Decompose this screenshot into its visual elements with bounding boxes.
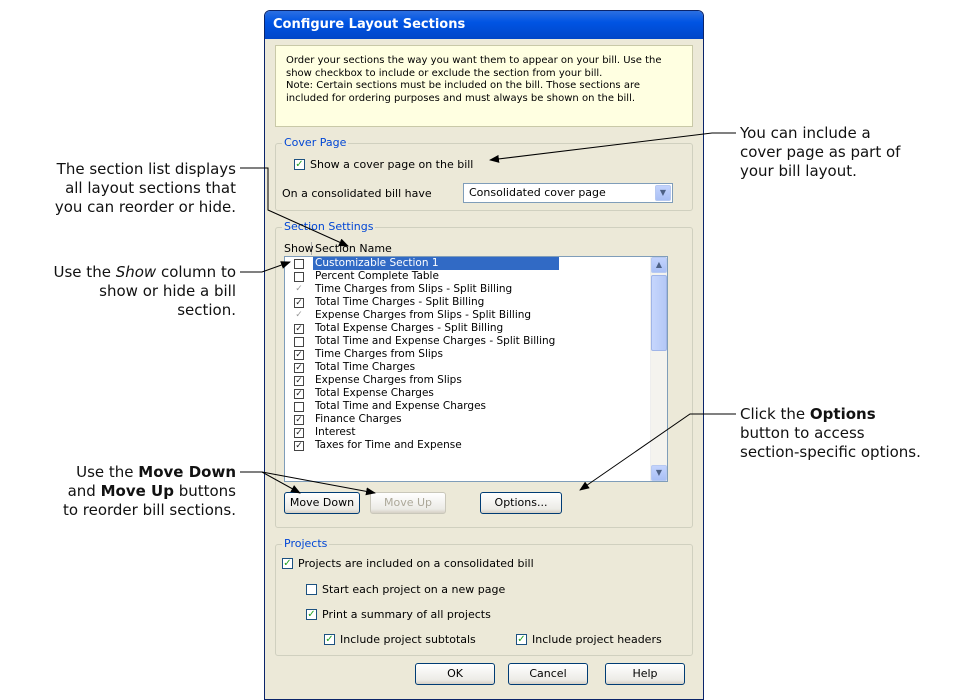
- consolidated-label-row: On a consolidated bill have: [282, 187, 432, 200]
- column-header-show[interactable]: Show: [284, 242, 314, 255]
- move-up-button[interactable]: Move Up: [370, 492, 446, 514]
- section-name: Total Expense Charges - Split Billing: [315, 322, 504, 334]
- list-item[interactable]: ✓ Time Charges from Slips: [285, 348, 667, 361]
- summary-label: Print a summary of all projects: [322, 608, 491, 621]
- options-button[interactable]: Options...: [480, 492, 562, 514]
- scroll-thumb[interactable]: [651, 275, 667, 351]
- projects-included-checkbox[interactable]: ✓: [282, 558, 293, 569]
- list-item[interactable]: ✓ Interest: [285, 426, 667, 439]
- show-checkbox[interactable]: ✓: [294, 323, 304, 334]
- list-item[interactable]: ✓ Total Expense Charges - Split Billing: [285, 322, 667, 335]
- section-name: Percent Complete Table: [315, 270, 439, 282]
- show-checkbox[interactable]: ✓: [294, 362, 304, 373]
- list-item[interactable]: Total Time and Expense Charges: [285, 400, 667, 413]
- new-page-checkbox[interactable]: [306, 584, 317, 595]
- show-checkbox[interactable]: [294, 401, 304, 412]
- consolidated-cover-select[interactable]: Consolidated cover page ▼: [463, 183, 673, 203]
- show-cover-page-row[interactable]: ✓ Show a cover page on the bill: [294, 158, 473, 171]
- show-checkbox[interactable]: ✓: [294, 427, 304, 438]
- section-name: Customizable Section 1: [313, 257, 559, 270]
- cancel-button[interactable]: Cancel: [508, 663, 588, 685]
- show-checkbox[interactable]: ✓: [294, 375, 304, 386]
- scroll-down-icon[interactable]: ▼: [651, 465, 667, 481]
- new-page-row[interactable]: Start each project on a new page: [306, 583, 505, 596]
- show-cover-page-label: Show a cover page on the bill: [310, 158, 474, 171]
- summary-row[interactable]: ✓ Print a summary of all projects: [306, 608, 491, 621]
- list-item[interactable]: Percent Complete Table: [285, 270, 667, 283]
- callout-cover-page: You can include a cover page as part of …: [740, 124, 901, 180]
- column-header-section-name[interactable]: Section Name: [312, 242, 395, 255]
- cover-page-group: Cover Page ✓ Show a cover page on the bi…: [275, 136, 693, 211]
- callout-move-buttons: Use the Move Down and Move Up buttons to…: [62, 463, 236, 519]
- callout-show-column: Use the Show column to show or hide a bi…: [53, 263, 236, 319]
- show-checkbox[interactable]: ✓: [294, 349, 304, 360]
- show-checkbox[interactable]: [294, 258, 304, 269]
- section-settings-group: Section Settings Show Section Name Custo…: [275, 220, 693, 528]
- headers-row[interactable]: ✓ Include project headers: [516, 633, 662, 646]
- list-item[interactable]: ✓ Time Charges from Slips - Split Billing: [285, 283, 667, 296]
- callout-section-list: The section list displays all layout sec…: [54, 160, 236, 216]
- section-name: Time Charges from Slips: [315, 348, 443, 360]
- show-checkbox[interactable]: [294, 271, 304, 282]
- required-checkmark-icon: ✓: [295, 283, 303, 294]
- projects-group: Projects ✓ Projects are included on a co…: [275, 537, 693, 656]
- dialog-title: Configure Layout Sections: [265, 11, 703, 39]
- list-item[interactable]: ✓ Taxes for Time and Expense: [285, 439, 667, 452]
- section-name: Expense Charges from Slips - Split Billi…: [315, 309, 532, 321]
- cover-page-group-title: Cover Page: [282, 136, 349, 149]
- section-settings-group-title: Section Settings: [282, 220, 376, 233]
- headers-label: Include project headers: [532, 633, 662, 646]
- consolidated-label: On a consolidated bill have: [282, 187, 432, 200]
- new-page-label: Start each project on a new page: [322, 583, 506, 596]
- move-down-button[interactable]: Move Down: [284, 492, 360, 514]
- list-item[interactable]: ✓ Total Time Charges - Split Billing: [285, 296, 667, 309]
- section-list-header: Show Section Name: [284, 242, 668, 255]
- required-checkmark-icon: ✓: [295, 309, 303, 320]
- section-name: Expense Charges from Slips: [315, 374, 462, 386]
- show-cover-page-checkbox[interactable]: ✓: [294, 159, 305, 170]
- ok-button[interactable]: OK: [415, 663, 495, 685]
- chevron-down-icon[interactable]: ▼: [655, 185, 671, 201]
- show-checkbox[interactable]: ✓: [294, 414, 304, 425]
- section-name: Total Time Charges: [315, 361, 416, 373]
- section-name: Time Charges from Slips - Split Billing: [315, 283, 513, 295]
- summary-checkbox[interactable]: ✓: [306, 609, 317, 620]
- section-name: Taxes for Time and Expense: [315, 439, 462, 451]
- subtotals-checkbox[interactable]: ✓: [324, 634, 335, 645]
- list-item[interactable]: ✓ Expense Charges from Slips: [285, 374, 667, 387]
- list-item[interactable]: ✓ Expense Charges from Slips - Split Bill…: [285, 309, 667, 322]
- show-checkbox[interactable]: ✓: [294, 388, 304, 399]
- configure-layout-dialog: Configure Layout Sections Order your sec…: [264, 10, 704, 700]
- show-checkbox[interactable]: ✓: [294, 297, 304, 308]
- help-button[interactable]: Help: [605, 663, 685, 685]
- callout-options: Click the Options button to access secti…: [740, 405, 921, 461]
- info-panel: Order your sections the way you want the…: [275, 45, 693, 127]
- section-name: Interest: [315, 426, 356, 438]
- subtotals-row[interactable]: ✓ Include project subtotals: [324, 633, 476, 646]
- headers-checkbox[interactable]: ✓: [516, 634, 527, 645]
- show-checkbox[interactable]: [294, 336, 304, 347]
- section-list[interactable]: Customizable Section 1 Percent Complete T…: [284, 256, 668, 482]
- section-name: Total Time and Expense Charges - Split B…: [315, 335, 556, 347]
- list-item[interactable]: ✓ Finance Charges: [285, 413, 667, 426]
- section-list-items: Customizable Section 1 Percent Complete T…: [285, 257, 667, 452]
- list-item[interactable]: ✓ Total Expense Charges: [285, 387, 667, 400]
- subtotals-label: Include project subtotals: [340, 633, 476, 646]
- section-name: Total Expense Charges: [315, 387, 434, 399]
- projects-included-label: Projects are included on a consolidated …: [298, 557, 534, 570]
- section-name: Total Time Charges - Split Billing: [315, 296, 485, 308]
- section-name: Finance Charges: [315, 413, 402, 425]
- show-checkbox[interactable]: ✓: [294, 440, 304, 451]
- scroll-up-icon[interactable]: ▲: [651, 257, 667, 273]
- list-item[interactable]: Customizable Section 1: [285, 257, 667, 270]
- projects-included-row[interactable]: ✓ Projects are included on a consolidate…: [282, 557, 534, 570]
- list-item[interactable]: ✓ Total Time Charges: [285, 361, 667, 374]
- list-item[interactable]: Total Time and Expense Charges - Split B…: [285, 335, 667, 348]
- section-name: Total Time and Expense Charges: [315, 400, 487, 412]
- projects-group-title: Projects: [282, 537, 330, 550]
- section-list-scrollbar[interactable]: ▲ ▼: [650, 257, 667, 481]
